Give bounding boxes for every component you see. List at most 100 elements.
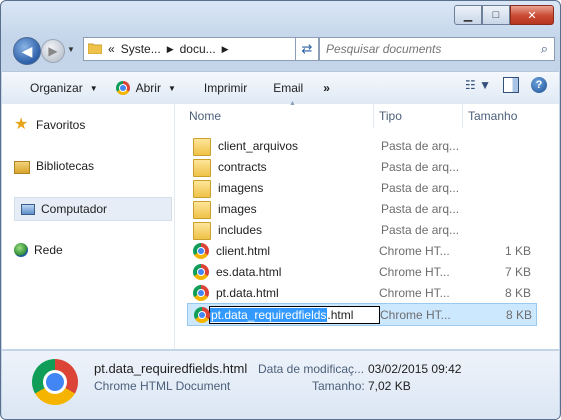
- sidebar-item-libraries[interactable]: Bibliotecas: [14, 155, 94, 177]
- recent-pages-dropdown[interactable]: ▼: [67, 45, 75, 54]
- file-type: Pasta de arq...: [381, 222, 460, 237]
- file-type: Pasta de arq...: [381, 159, 460, 174]
- search-box[interactable]: ⌕: [319, 37, 555, 61]
- file-list: Nome ▲ Tipo Tamanho client_arquivos Past…: [175, 100, 559, 349]
- sidebar-item-label: Rede: [34, 243, 63, 257]
- breadcrumb-documents[interactable]: docu...: [180, 42, 216, 56]
- list-item[interactable]: pt.data.html Chrome HT... 8 KB: [187, 282, 535, 303]
- rename-field[interactable]: pt.data_requiredfields .html: [209, 305, 380, 324]
- details-modified-label: Data de modificaç...: [258, 362, 365, 376]
- file-name: contracts: [218, 159, 267, 174]
- details-size-label: Tamanho:: [312, 379, 365, 393]
- details-pane: pt.data_requiredfields.html Chrome HTML …: [2, 350, 559, 419]
- sidebar-item-favorites[interactable]: ★ Favoritos: [14, 114, 85, 136]
- file-type: Chrome HT...: [379, 264, 450, 279]
- details-modified-value: 03/02/2015 09:42: [368, 362, 462, 376]
- chrome-icon: [193, 263, 209, 280]
- minimize-button[interactable]: ▁: [454, 5, 482, 25]
- details-filename: pt.data_requiredfields.html: [94, 361, 248, 376]
- folder-icon: [193, 138, 211, 156]
- command-bar: Organizar ▼ Abrir ▼ Imprimir Email » ☷ ▼…: [2, 71, 559, 105]
- open-label: Abrir: [135, 81, 161, 95]
- back-button[interactable]: ◀: [13, 37, 41, 65]
- network-icon: [14, 243, 28, 257]
- list-item[interactable]: client_arquivos Pasta de arq...: [187, 135, 535, 156]
- column-header-type[interactable]: Tipo: [373, 104, 459, 128]
- window-controls: ▁ □ ✕: [454, 5, 554, 25]
- sidebar-item-network[interactable]: Rede: [14, 239, 63, 261]
- file-type: Chrome HT...: [380, 307, 451, 322]
- list-item[interactable]: imagens Pasta de arq...: [187, 177, 535, 198]
- file-size: 7 KB: [504, 264, 531, 279]
- rename-extension: .html: [327, 307, 354, 322]
- change-view-icon[interactable]: ☷ ▼: [465, 78, 491, 92]
- column-header-label: Tipo: [379, 109, 402, 123]
- chevron-down-icon: ▼: [89, 83, 98, 93]
- search-icon[interactable]: ⌕: [541, 41, 548, 57]
- close-button[interactable]: ✕: [510, 5, 554, 25]
- chrome-icon: [194, 306, 210, 323]
- chevron-down-icon: ▼: [167, 83, 176, 93]
- sidebar-item-computer[interactable]: Computador: [14, 197, 172, 221]
- email-button[interactable]: Email: [265, 77, 311, 99]
- back-arrow-icon: ◀: [21, 42, 33, 59]
- file-name: client_arquivos: [218, 138, 299, 153]
- refresh-icon: ⇄: [301, 41, 313, 56]
- print-button[interactable]: Imprimir: [196, 77, 255, 99]
- list-item[interactable]: client.html Chrome HT... 1 KB: [187, 240, 535, 261]
- column-header-label: Nome: [189, 109, 222, 123]
- sort-ascending-icon: ▲: [289, 100, 296, 107]
- open-button[interactable]: Abrir ▼: [108, 77, 184, 99]
- rename-input[interactable]: pt.data_requiredfields .html: [209, 305, 380, 324]
- navigation-pane: ★ Favoritos Bibliotecas Computador Rede: [2, 104, 175, 349]
- file-name: images: [218, 201, 257, 216]
- file-size: 1 KB: [504, 243, 531, 258]
- more-commands-button[interactable]: »: [315, 77, 338, 99]
- sidebar-item-label: Favoritos: [36, 118, 86, 132]
- refresh-button[interactable]: ⇄: [295, 37, 319, 61]
- folder-icon: [193, 180, 211, 198]
- list-item-selected[interactable]: pt.data_requiredfields .html Chrome HT...…: [187, 303, 537, 326]
- file-type: Pasta de arq...: [381, 138, 460, 153]
- list-item[interactable]: includes Pasta de arq...: [187, 219, 535, 240]
- file-size: 8 KB: [505, 307, 532, 322]
- details-size-value: 7,02 KB: [368, 379, 411, 393]
- organize-button[interactable]: Organizar ▼: [22, 77, 106, 99]
- column-header-name[interactable]: Nome ▲: [189, 100, 364, 128]
- search-input[interactable]: [324, 41, 528, 57]
- organize-label: Organizar: [30, 81, 83, 95]
- list-item[interactable]: images Pasta de arq...: [187, 198, 535, 219]
- breadcrumb-arrow-icon[interactable]: ▶: [167, 44, 174, 55]
- breadcrumb-system[interactable]: Syste...: [121, 42, 161, 56]
- address-bar[interactable]: « Syste... ▶ docu... ▶ ▼: [83, 37, 317, 61]
- file-type: Pasta de arq...: [381, 201, 460, 216]
- breadcrumb-prefix[interactable]: «: [108, 42, 115, 56]
- preview-pane-icon[interactable]: [503, 77, 519, 93]
- file-type: Pasta de arq...: [381, 180, 460, 195]
- maximize-button[interactable]: □: [482, 5, 510, 25]
- folder-icon: [87, 42, 103, 57]
- list-item[interactable]: es.data.html Chrome HT... 7 KB: [187, 261, 535, 282]
- file-name: includes: [218, 222, 263, 237]
- column-header-label: Tamanho: [468, 109, 518, 123]
- forward-button[interactable]: ▶: [41, 39, 65, 63]
- file-name: imagens: [218, 180, 264, 195]
- chrome-icon: [32, 359, 78, 405]
- list-item[interactable]: contracts Pasta de arq...: [187, 156, 535, 177]
- forward-arrow-icon: ▶: [48, 44, 58, 58]
- folder-icon: [193, 222, 211, 240]
- library-icon: [14, 160, 30, 174]
- file-name: es.data.html: [216, 264, 282, 279]
- sidebar-item-label: Bibliotecas: [36, 159, 95, 173]
- help-icon[interactable]: ?: [531, 77, 547, 93]
- sidebar-item-label: Computador: [41, 202, 108, 216]
- file-type: Chrome HT...: [379, 285, 450, 300]
- file-type: Chrome HT...: [379, 243, 450, 258]
- navigation-bar: ◀ ▶ ▼ « Syste... ▶ docu... ▶ ▼ ⇄ ⌕: [9, 35, 555, 65]
- star-icon: ★: [14, 116, 29, 133]
- chrome-icon: [193, 242, 209, 259]
- explorer-window: ▁ □ ✕ ◀ ▶ ▼ « Syste... ▶ docu... ▶ ▼ ⇄ ⌕…: [0, 0, 561, 420]
- breadcrumb-arrow-icon[interactable]: ▶: [222, 44, 229, 55]
- rename-selection: pt.data_requiredfields: [210, 307, 328, 322]
- column-header-size[interactable]: Tamanho: [462, 104, 548, 128]
